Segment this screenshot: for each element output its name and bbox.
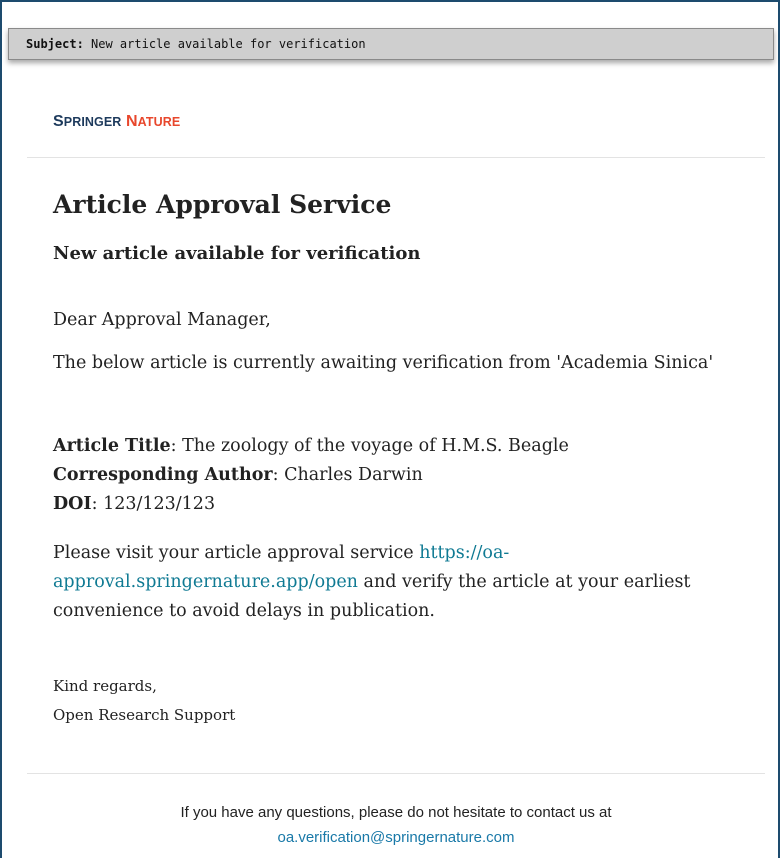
doi-value: 123/123/123 — [103, 494, 216, 514]
greeting-text: Dear Approval Manager, — [53, 310, 271, 330]
doi-label: DOI — [53, 494, 92, 514]
author-row: Corresponding Author: Charles Darwin — [53, 465, 423, 485]
visit-text: Please visit your article approval servi… — [53, 543, 691, 621]
page-subtitle: New article available for verification — [53, 243, 421, 264]
subject-bar: Subject: New article available for verif… — [8, 28, 774, 60]
signature-text: Open Research Support — [53, 706, 236, 724]
footer-text: If you have any questions, please do not… — [180, 804, 612, 821]
intro-text: The below article is currently awaiting … — [53, 353, 714, 373]
doi-row: DOI: 123/123/123 — [53, 494, 216, 514]
footer: If you have any questions, please do not… — [27, 800, 765, 850]
author-label: Corresponding Author — [53, 465, 273, 485]
contact-email-link[interactable]: oa.verification@springernature.com — [277, 829, 514, 846]
header-divider — [27, 157, 765, 158]
springer-nature-logo: SPRINGER NATURE — [53, 113, 181, 130]
article-details: Article Title: The zoology of the voyage… — [53, 432, 743, 519]
subject-text: New article available for verification — [91, 37, 366, 51]
article-title-value: The zoology of the voyage of H.M.S. Beag… — [182, 436, 569, 456]
article-title-row: Article Title: The zoology of the voyage… — [53, 436, 569, 456]
author-value: Charles Darwin — [284, 465, 423, 485]
closing-text: Kind regards, — [53, 677, 157, 695]
footer-divider — [27, 773, 765, 774]
article-title-label: Article Title — [53, 436, 171, 456]
subject-label: Subject: — [26, 37, 84, 51]
signoff: Kind regards, Open Research Support — [53, 672, 235, 730]
page-title: Article Approval Service — [53, 190, 392, 219]
